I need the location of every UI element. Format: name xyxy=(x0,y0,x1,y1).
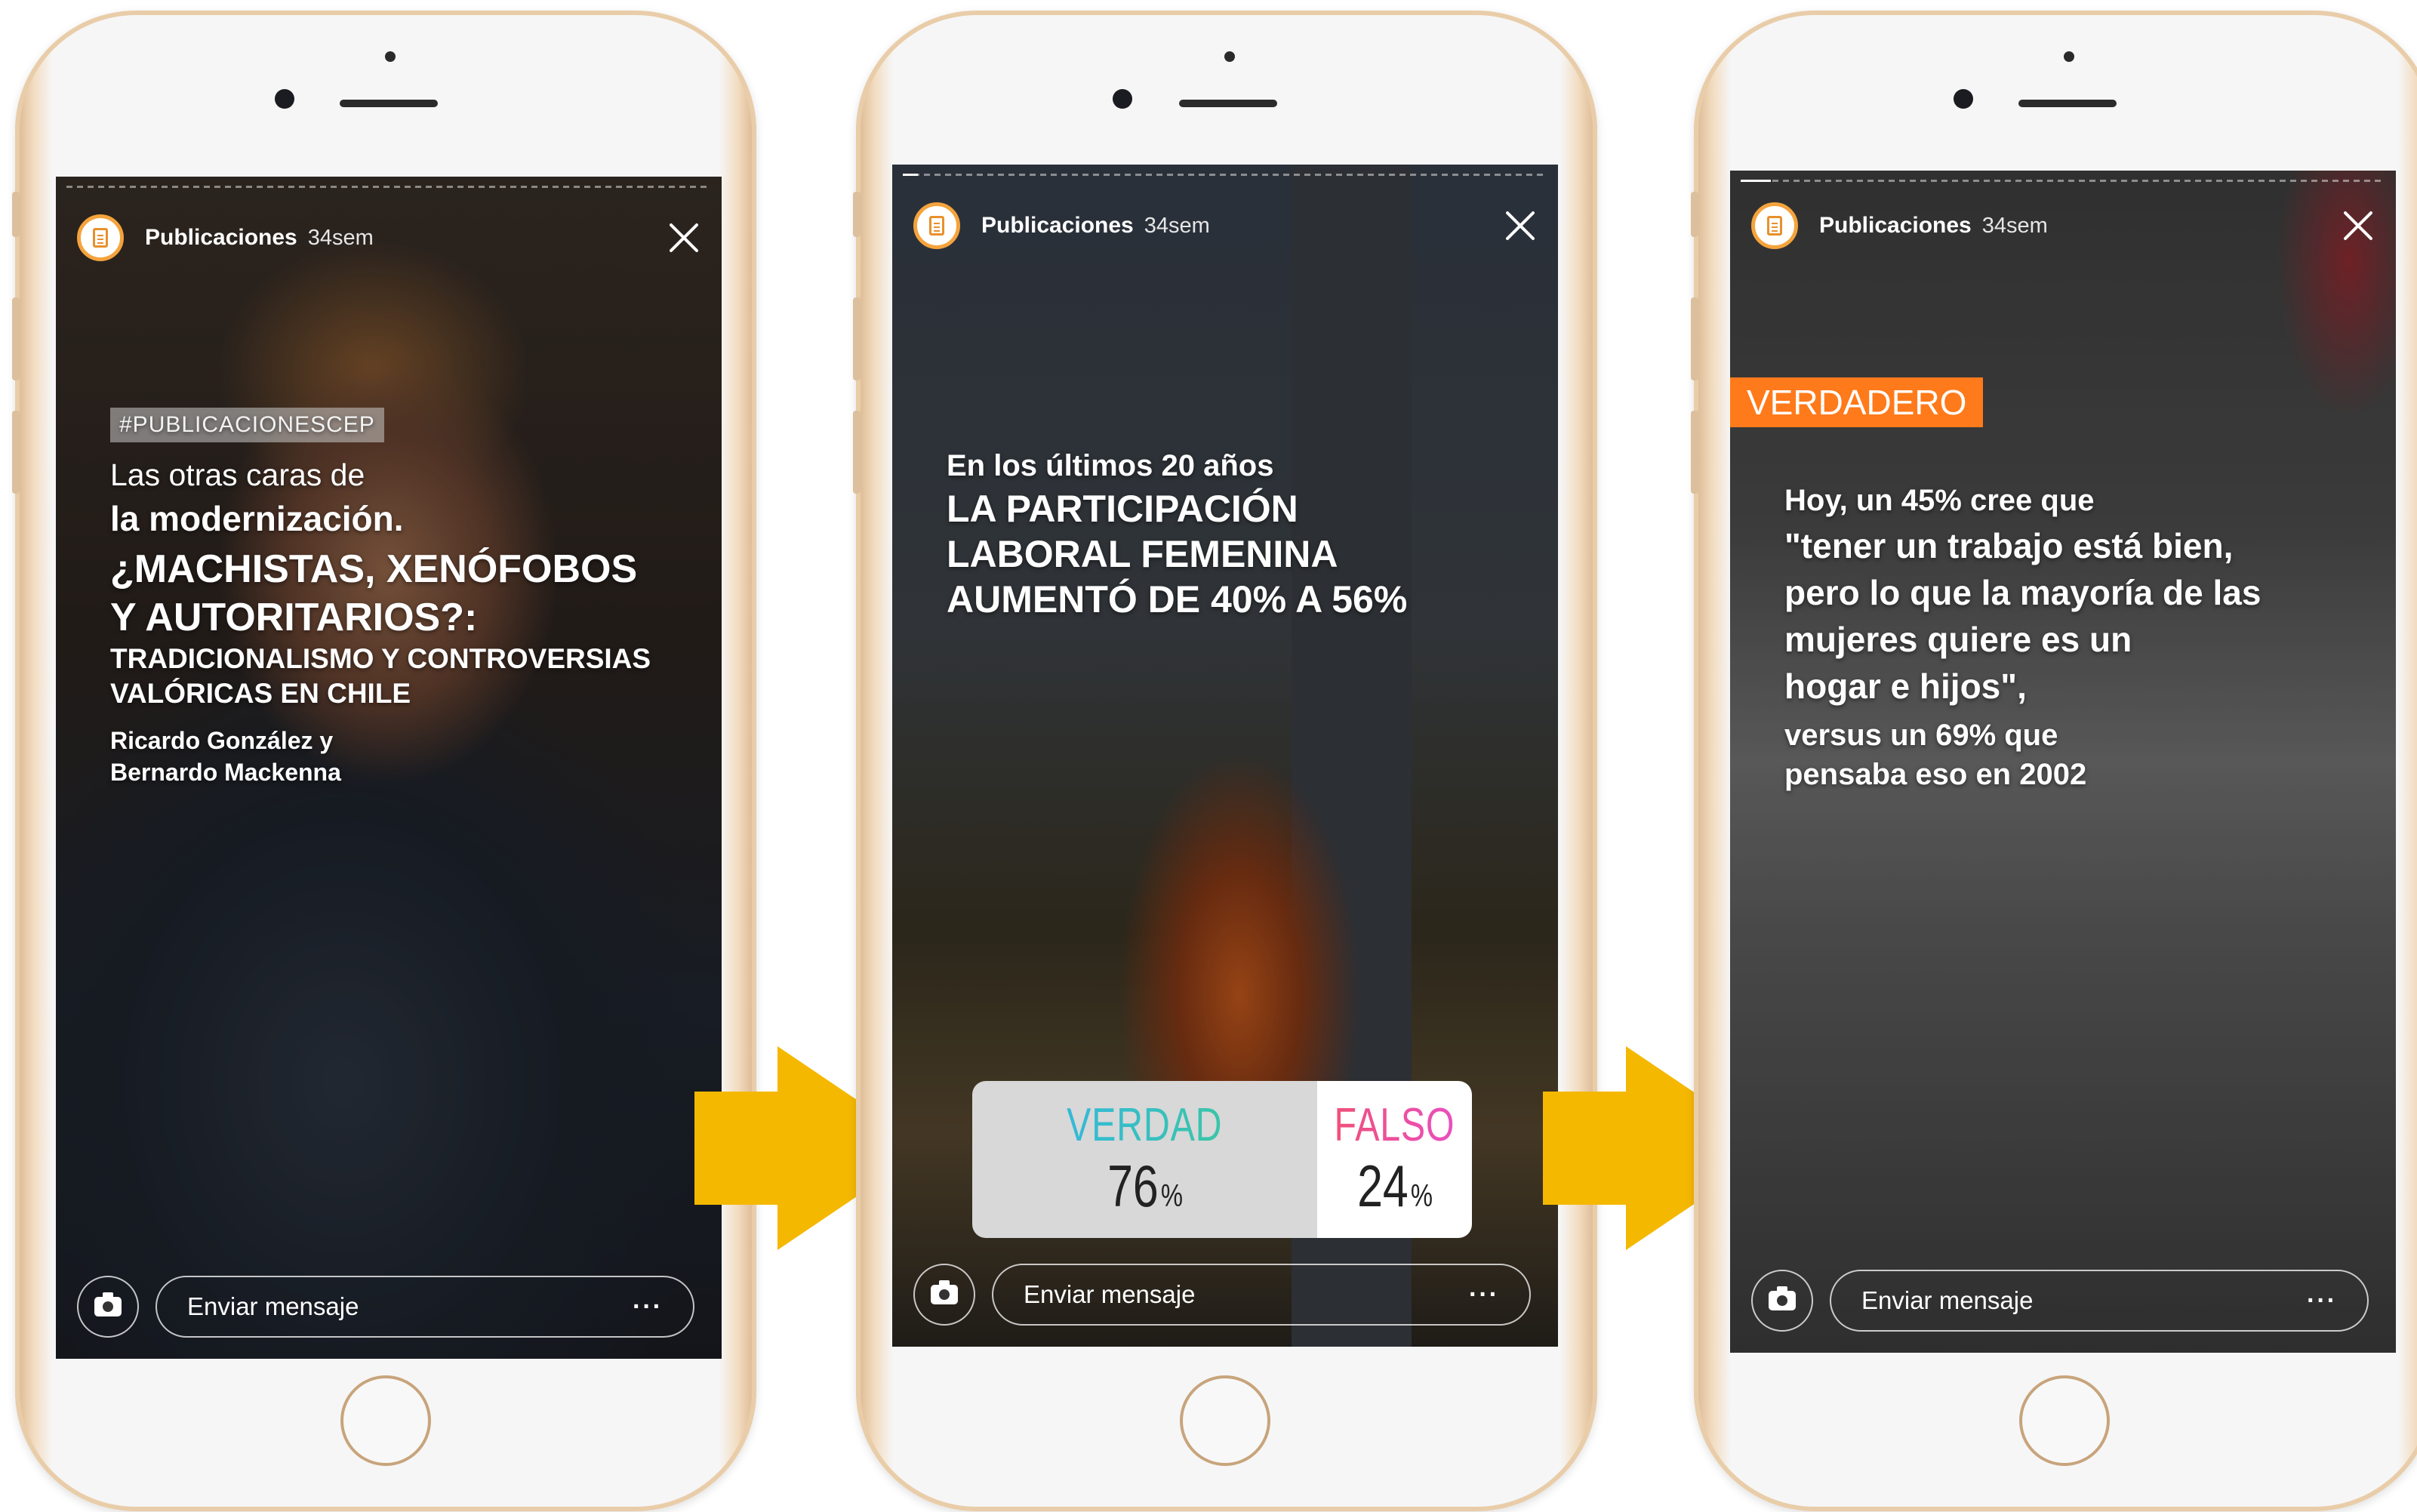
more-icon[interactable]: ··· xyxy=(1469,1280,1499,1310)
publicaciones-avatar-icon[interactable] xyxy=(1751,202,1798,249)
camera-icon xyxy=(1769,1286,1796,1310)
send-message-input[interactable]: Enviar mensaje ··· xyxy=(1830,1270,2369,1332)
percent-unit: % xyxy=(1410,1178,1433,1213)
text-line-4: mujeres quiere es un xyxy=(1784,620,2132,659)
story-time: 34sem xyxy=(1144,213,1210,238)
subtitle-line-1: TRADICIONALISMO Y CONTROVERSIAS xyxy=(110,643,651,674)
author-line-2: Bernardo Mackenna xyxy=(110,759,341,786)
camera-button[interactable] xyxy=(913,1264,975,1326)
subtitle-line-2: VALÓRICAS EN CHILE xyxy=(110,678,411,709)
camera-icon xyxy=(94,1292,122,1316)
text-line-7: pensaba eso en 2002 xyxy=(1784,758,2087,791)
phone-1: Publicaciones 34sem #PUBLICACIONESCEP La… xyxy=(12,11,756,1511)
mute-switch xyxy=(1691,192,1698,237)
more-icon[interactable]: ··· xyxy=(633,1292,663,1322)
text-line-3: pero lo que la mayoría de las xyxy=(1784,573,2262,612)
send-message-input[interactable]: Enviar mensaje ··· xyxy=(155,1276,694,1338)
headline-line-1: LA PARTICIPACIÓN xyxy=(947,488,1298,530)
account-name[interactable]: Publicaciones xyxy=(981,213,1134,239)
story-text-block: Hoy, un 45% cree que "tener un trabajo e… xyxy=(1784,479,2388,794)
account-name[interactable]: Publicaciones xyxy=(1819,213,1972,239)
headline-line-2: Y AUTORITARIOS?: xyxy=(110,596,478,639)
camera-icon xyxy=(931,1280,958,1304)
story-screen-3: Publicaciones 34sem VERDADERO Hoy, un 45… xyxy=(1730,171,2396,1353)
author-line-1: Ricardo González y xyxy=(110,727,334,754)
story-screen-1: Publicaciones 34sem #PUBLICACIONESCEP La… xyxy=(56,177,722,1359)
headline-line-1: ¿MACHISTAS, XENÓFOBOS xyxy=(110,547,638,591)
poll-option-a-label: VERDAD xyxy=(1067,1099,1223,1151)
phone-3: Publicaciones 34sem VERDADERO Hoy, un 45… xyxy=(1691,11,2417,1511)
intro-line-2: la modernización. xyxy=(110,499,404,538)
story-progress-bar xyxy=(1741,180,2385,182)
front-camera xyxy=(1954,89,1973,109)
send-message-input[interactable]: Enviar mensaje ··· xyxy=(992,1264,1531,1326)
story-text-block: En los últimos 20 años LA PARTICIPACIÓN … xyxy=(947,445,1550,622)
close-icon[interactable] xyxy=(2342,209,2375,242)
story-header: Publicaciones 34sem xyxy=(77,211,700,264)
mute-switch xyxy=(12,192,20,237)
mute-switch xyxy=(853,192,861,237)
account-name[interactable]: Publicaciones xyxy=(145,225,297,251)
text-line-1: Hoy, un 45% cree que xyxy=(1784,484,2095,517)
camera-button[interactable] xyxy=(1751,1270,1813,1332)
poll-option-falso[interactable]: FALSO 24% xyxy=(1317,1081,1472,1238)
front-camera xyxy=(275,89,294,109)
headline-line-3: AUMENTÓ DE 40% A 56% xyxy=(947,578,1408,621)
text-line-6: versus un 69% que xyxy=(1784,719,2058,752)
earpiece-speaker xyxy=(2018,100,2117,107)
phone-2: Publicaciones 34sem En los últimos 20 añ… xyxy=(853,11,1597,1511)
poll-sticker[interactable]: VERDAD 76% FALSO 24% xyxy=(972,1081,1472,1238)
volume-up-button xyxy=(12,297,20,380)
story-footer: Enviar mensaje ··· xyxy=(913,1262,1531,1327)
more-icon[interactable]: ··· xyxy=(2307,1286,2337,1316)
camera-button[interactable] xyxy=(77,1276,139,1338)
phone-sensor xyxy=(385,51,396,62)
volume-up-button xyxy=(853,297,861,380)
message-placeholder: Enviar mensaje xyxy=(1861,1286,2034,1314)
earpiece-speaker xyxy=(1179,100,1277,107)
volume-up-button xyxy=(1691,297,1698,380)
poll-option-b-value: 24 xyxy=(1356,1153,1409,1219)
earpiece-speaker xyxy=(340,100,438,107)
headline-line-2: LABORAL FEMENINA xyxy=(947,533,1338,575)
hashtag-label: #PUBLICACIONESCEP xyxy=(110,408,384,442)
phone-sensor xyxy=(2064,51,2074,62)
story-header: Publicaciones 34sem xyxy=(913,199,1537,252)
publicaciones-avatar-icon[interactable] xyxy=(77,214,124,261)
phone-sensor xyxy=(1224,51,1235,62)
home-button xyxy=(1180,1375,1270,1466)
volume-down-button xyxy=(1691,411,1698,494)
story-text-block: #PUBLICACIONESCEP Las otras caras de la … xyxy=(110,408,699,788)
poll-option-verdad[interactable]: VERDAD 76% xyxy=(972,1081,1318,1238)
intro-line-1: Las otras caras de xyxy=(110,457,365,492)
poll-option-b-percent: 24% xyxy=(1357,1152,1433,1221)
percent-unit: % xyxy=(1160,1178,1183,1213)
poll-option-a-value: 76 xyxy=(1107,1153,1159,1219)
poll-option-b-label: FALSO xyxy=(1334,1099,1455,1151)
story-progress-bar xyxy=(903,174,1547,176)
publicaciones-avatar-icon[interactable] xyxy=(913,202,960,249)
story-progress-bar xyxy=(66,186,711,188)
volume-down-button xyxy=(12,411,20,494)
text-line-5: hogar e hijos", xyxy=(1784,667,2027,706)
story-time: 34sem xyxy=(1981,213,2048,238)
story-header: Publicaciones 34sem xyxy=(1751,199,2375,252)
message-placeholder: Enviar mensaje xyxy=(1024,1280,1196,1308)
volume-down-button xyxy=(853,411,861,494)
close-icon[interactable] xyxy=(667,221,700,254)
front-camera xyxy=(1113,89,1132,109)
story-footer: Enviar mensaje ··· xyxy=(1751,1268,2369,1333)
text-line-2: "tener un trabajo está bien, xyxy=(1784,526,2234,565)
story-time: 34sem xyxy=(307,225,374,250)
close-icon[interactable] xyxy=(1504,209,1537,242)
home-button xyxy=(340,1375,431,1466)
story-screen-2: Publicaciones 34sem En los últimos 20 añ… xyxy=(892,165,1558,1347)
story-footer: Enviar mensaje ··· xyxy=(77,1274,694,1339)
verdadero-tag: VERDADERO xyxy=(1730,377,1984,427)
message-placeholder: Enviar mensaje xyxy=(187,1292,359,1320)
home-button xyxy=(2019,1375,2110,1466)
poll-option-a-percent: 76% xyxy=(1107,1152,1183,1221)
intro-line: En los últimos 20 años xyxy=(947,449,1274,482)
